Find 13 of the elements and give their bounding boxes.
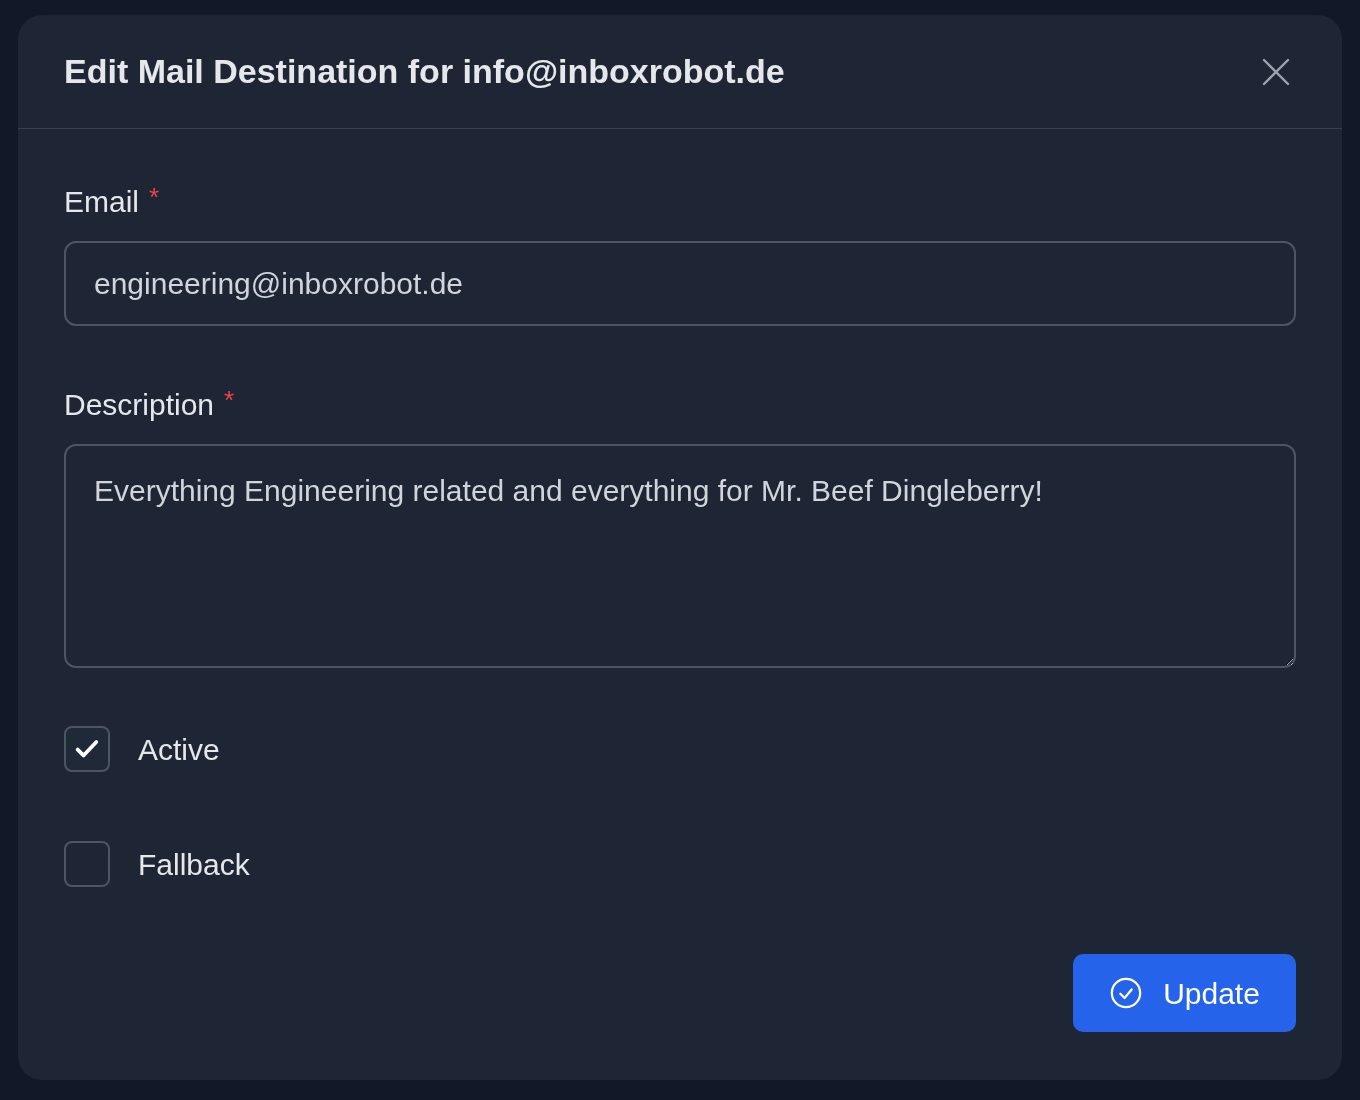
required-mark: * [149,180,160,214]
email-field[interactable]: engineering@inboxrobot.de [64,241,1296,326]
description-field[interactable]: Everything Engineering related and everything for Mr. Beef Dingleberry! [64,444,1296,668]
check-circle-icon [1109,976,1144,1010]
checkbox[interactable] [64,841,110,887]
checkbox-label: Fallback [138,846,250,883]
checkbox[interactable] [64,726,110,772]
required-mark: * [224,383,235,417]
field-label: Email [64,183,139,220]
checkbox-label: Active [138,731,220,768]
field-label: Description [64,386,215,423]
dialog-title: Edit Mail Destination for info@inboxrobot.de [64,51,785,92]
update-button[interactable]: Update [1073,954,1296,1032]
